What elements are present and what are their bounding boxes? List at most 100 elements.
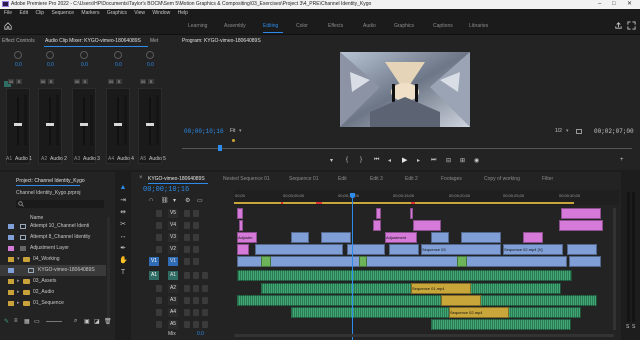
workspace-captions[interactable]: Captions — [433, 23, 453, 29]
source-patch-v1[interactable]: V1 — [149, 257, 159, 266]
timeline-clip[interactable]: Sequence 03 — [421, 244, 501, 255]
mute-button[interactable] — [184, 309, 190, 316]
eye-icon[interactable] — [193, 222, 199, 229]
maximize-icon[interactable]: □ — [612, 0, 616, 9]
workspace-assembly[interactable]: Assembly — [224, 23, 246, 29]
track-label[interactable]: V2 — [168, 245, 178, 254]
microphone-icon[interactable] — [202, 321, 208, 328]
trash-icon[interactable]: 🗑 — [104, 318, 112, 325]
step-back-icon[interactable]: ◂ — [388, 157, 391, 164]
lock-icon[interactable] — [156, 285, 162, 292]
tab-metadata[interactable]: Met — [150, 38, 158, 44]
lock-icon[interactable] — [156, 222, 162, 229]
lock-icon[interactable] — [156, 246, 162, 253]
timeline-clip[interactable] — [373, 220, 381, 231]
timeline-clip[interactable] — [431, 232, 449, 243]
timeline-clip[interactable] — [237, 244, 249, 255]
chevron-right-icon[interactable]: ▸ — [17, 287, 20, 298]
timeline-clip[interactable]: Sequence 02.mp4 [V] — [503, 244, 563, 255]
track-label[interactable]: A2 — [168, 284, 178, 293]
fullscreen-icon[interactable] — [627, 21, 636, 30]
pan-knob[interactable] — [146, 51, 154, 59]
tab-filter[interactable]: Filter — [542, 176, 553, 182]
timeline-clip[interactable] — [559, 220, 603, 231]
tab-sequence-01[interactable]: Sequence 01 — [289, 176, 318, 182]
lock-icon[interactable] — [156, 210, 162, 217]
search-icon[interactable]: ⌕ — [74, 318, 77, 325]
timeline-clip[interactable] — [523, 232, 543, 243]
timeline-horizontal-scrollbar[interactable] — [234, 334, 614, 337]
track-label[interactable]: V4 — [168, 221, 178, 230]
timeline-timecode[interactable]: 00;00;10;16 — [143, 186, 189, 194]
solo-button[interactable]: S — [116, 79, 122, 84]
timeline-settings-icon[interactable]: ⚙ — [185, 197, 190, 204]
mute-button[interactable] — [184, 272, 190, 279]
export-icon[interactable] — [614, 21, 623, 30]
timeline-clip[interactable] — [461, 232, 501, 243]
program-playhead[interactable] — [218, 145, 222, 151]
program-scrub-bar[interactable] — [182, 148, 632, 149]
menu-sequence[interactable]: Sequence — [51, 10, 74, 16]
workspace-libraries[interactable]: Libraries — [469, 23, 488, 29]
track-label[interactable]: V1 — [168, 257, 178, 266]
workspace-audio[interactable]: Audio — [363, 23, 376, 29]
chevron-right-icon[interactable]: ▸ — [17, 298, 20, 309]
timeline-clip[interactable] — [376, 208, 381, 219]
mute-button[interactable] — [184, 297, 190, 304]
resolution-dropdown[interactable]: 1/2 — [555, 128, 562, 134]
lock-icon[interactable] — [156, 309, 162, 316]
extract-icon[interactable]: ⊞ — [460, 157, 465, 164]
project-item[interactable]: ▾ 04_Working — [0, 254, 106, 265]
chevron-down-icon[interactable]: ▾ — [17, 254, 20, 265]
close-icon[interactable]: ✕ — [627, 0, 632, 9]
tab-footages[interactable]: Footages — [441, 176, 462, 182]
sync-lock-icon[interactable] — [184, 222, 190, 229]
solo-button[interactable] — [193, 297, 199, 304]
audio-clip[interactable]: Sequence 02.mp4 — [449, 307, 509, 318]
solo-button[interactable] — [193, 272, 199, 279]
linked-selection-icon[interactable]: ⛓ — [161, 197, 169, 204]
solo-button[interactable] — [193, 285, 199, 292]
minimize-icon[interactable]: – — [598, 0, 601, 9]
timeline-clip[interactable] — [457, 256, 467, 267]
project-item[interactable]: ▸ 03_Assets — [0, 276, 106, 287]
project-item[interactable]: ▸ 02_Audio — [0, 287, 106, 298]
volume-fader[interactable] — [80, 123, 88, 126]
type-tool-icon[interactable]: T — [119, 269, 127, 277]
microphone-icon[interactable] — [202, 297, 208, 304]
export-frame-icon[interactable]: ◉ — [474, 157, 479, 164]
new-item-icon[interactable]: ◪ — [94, 318, 100, 325]
timeline-clip[interactable] — [410, 208, 413, 219]
chevron-right-icon[interactable]: ▸ — [17, 276, 20, 287]
project-item-selected[interactable]: KYGO-vimeo-18064089S — [0, 265, 106, 276]
snap-icon[interactable]: ∩ — [149, 197, 153, 203]
project-item[interactable]: Attempt 10_Channel Identi — [0, 221, 106, 232]
close-icon[interactable]: × — [139, 175, 143, 181]
zoom-dropdown[interactable]: Fit — [230, 128, 236, 134]
menu-view[interactable]: View — [134, 10, 145, 16]
settings-icon[interactable] — [576, 129, 582, 134]
lock-icon[interactable] — [156, 297, 162, 304]
sync-lock-icon[interactable] — [184, 258, 190, 265]
microphone-icon[interactable] — [202, 285, 208, 292]
tab-sequence-kygo[interactable]: KYGO-vimeo-18064089S — [148, 176, 205, 182]
menu-graphics[interactable]: Graphics — [107, 10, 127, 16]
timeline-clip[interactable] — [413, 220, 441, 231]
work-area-bar[interactable] — [234, 202, 574, 204]
mark-in-icon[interactable]: { — [346, 157, 348, 163]
menu-window[interactable]: Window — [152, 10, 170, 16]
ripple-edit-tool-icon[interactable]: ⇹ — [119, 209, 127, 217]
audio-clip[interactable] — [237, 270, 572, 281]
timeline-clip[interactable] — [569, 256, 601, 267]
sync-lock-icon[interactable] — [184, 246, 190, 253]
home-icon[interactable] — [4, 22, 12, 30]
timeline-clip[interactable]: Adjustm — [237, 232, 257, 243]
source-patch-a1[interactable]: A1 — [149, 271, 159, 280]
eye-icon[interactable] — [193, 234, 199, 241]
workspace-graphics[interactable]: Graphics — [394, 23, 414, 29]
mute-button[interactable]: M — [108, 79, 114, 84]
audio-clip[interactable] — [237, 295, 597, 306]
solo-button[interactable] — [193, 309, 199, 316]
hand-tool-icon[interactable]: ✋ — [119, 257, 128, 265]
pan-knob[interactable] — [14, 51, 22, 59]
